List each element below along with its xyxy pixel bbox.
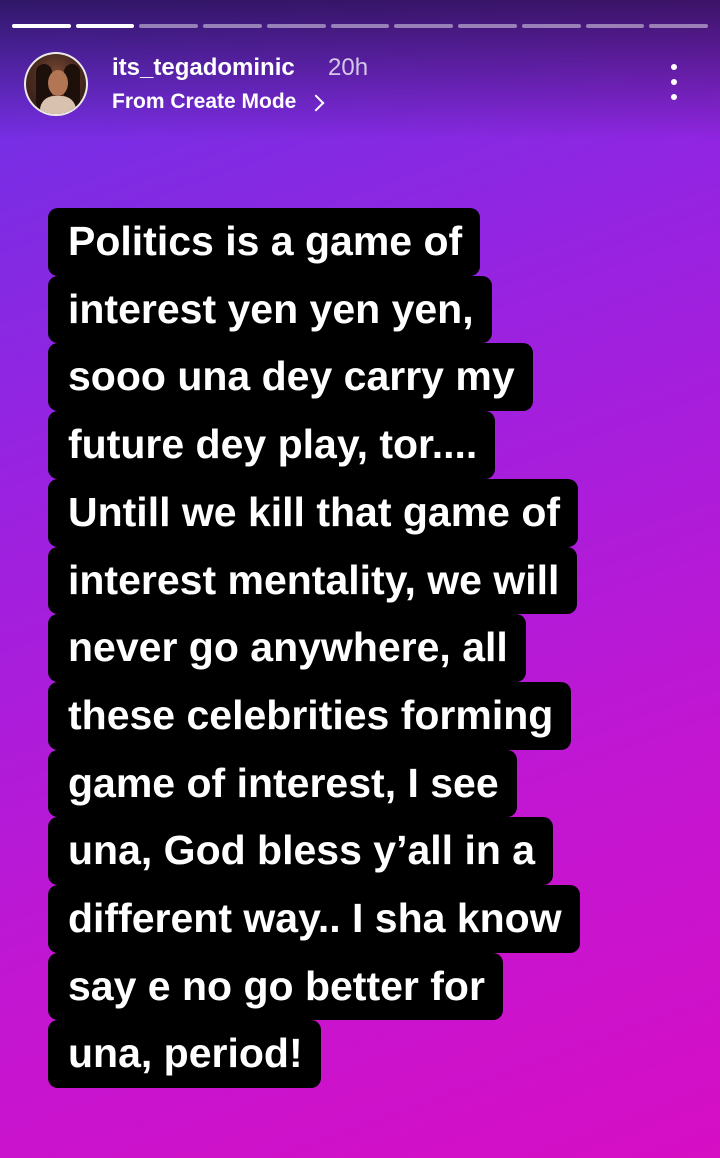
progress-segment [266,24,326,28]
story-progress-bar [12,24,709,28]
avatar-shoulders [40,96,76,114]
post-time: 20h [328,54,369,81]
avatar-face [48,70,68,96]
story-text: Politics is a game of interest yen yen ye… [48,208,708,1089]
story-text-line: these celebrities forming [48,681,572,750]
progress-segment [75,24,135,28]
create-mode-link[interactable]: From Create Mode [112,90,325,114]
progress-segment [394,24,454,28]
story-text-line: sooo una dey carry my [48,343,533,412]
story-text-line: future dey play, tor.... [48,411,496,479]
chevron-right-icon [307,94,325,111]
story-text-line: una, period! [48,1020,321,1089]
story-text-line: different way.. I sha know [48,885,580,953]
progress-segment [203,24,262,28]
story-text-line: game of interest, I see [48,749,517,818]
story-text-line: never go anywhere, all [48,614,526,682]
progress-segment [649,24,709,28]
progress-segment [585,24,645,28]
story-text-line: una, God bless y’all in a [48,817,554,886]
story-text-line: Untill we kill that game of [48,478,579,547]
progress-segment [458,24,517,28]
story-header: its_tegadominic 20h From Create Mode [24,52,696,118]
username[interactable]: its_tegadominic [112,54,295,82]
progress-segment [521,24,581,28]
progress-segment [330,24,390,28]
progress-segment [12,24,71,28]
story-text-line: interest mentality, we will [48,546,578,615]
avatar[interactable] [24,52,88,116]
story-text-line: Politics is a game of [48,208,481,276]
story-text-line: say e no go better for [48,952,503,1021]
progress-segment [139,24,199,28]
create-mode-label: From Create Mode [112,90,297,113]
more-vertical-icon[interactable] [668,64,680,100]
story-text-line: interest yen yen yen, [48,275,492,344]
